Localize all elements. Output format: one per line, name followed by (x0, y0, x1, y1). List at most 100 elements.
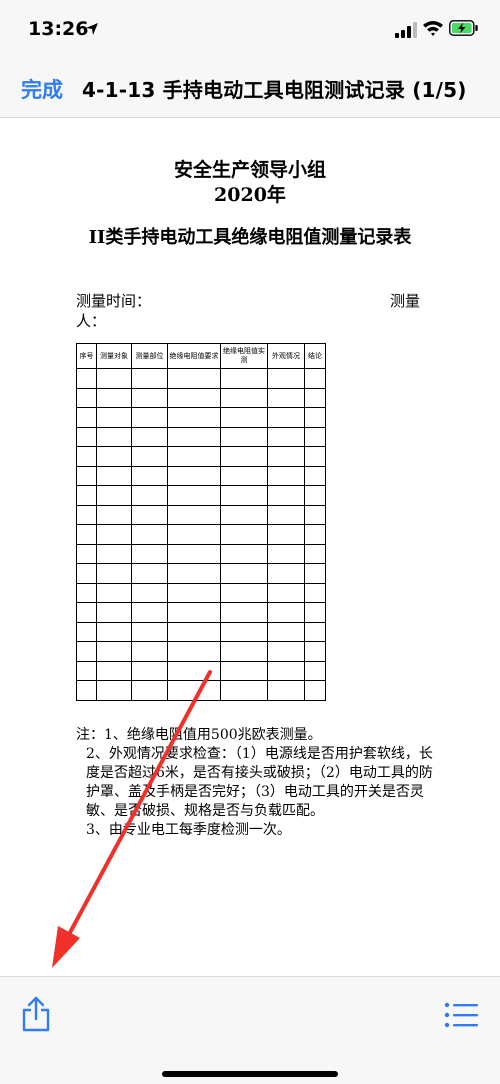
table-cell (131, 602, 168, 623)
table-cell (220, 660, 268, 681)
note-item: 2、外观情况要求检查：（1）电源线是否用护套软线，长度是否超过6米，是否有接头或… (86, 746, 433, 819)
table-row (76, 660, 326, 681)
nav-bar: 完成 4-1-13 手持电动工具电阻测试记录 (1/5) (0, 60, 500, 118)
table-cell (304, 504, 326, 525)
table-cell (267, 465, 305, 486)
table-cell (167, 563, 221, 584)
table-cell (96, 543, 132, 564)
table-cell (304, 602, 326, 623)
table-cell (304, 660, 326, 681)
measurer-label-part2: 人： (76, 312, 107, 330)
table-cell (76, 485, 97, 506)
table-cell (267, 621, 305, 642)
table-row (76, 582, 326, 603)
table-cell (76, 465, 97, 486)
table-row (76, 621, 326, 642)
table-cell (267, 485, 305, 506)
notes-section: 注：1、绝缘电阻值用500兆欧表测量。 2、外观情况要求检查：（1）电源线是否用… (76, 726, 436, 840)
table-row (76, 641, 326, 662)
table-cell (167, 543, 221, 564)
table-cell (76, 446, 97, 467)
share-icon[interactable] (20, 995, 52, 1033)
table-cell (96, 407, 132, 428)
table-cell (220, 446, 268, 467)
measure-time-label: 测量时间： (76, 292, 152, 310)
table-cell (96, 504, 132, 525)
table-cell (220, 368, 268, 389)
document-form-title: II类手持电动工具绝缘电阻值测量记录表 (88, 227, 412, 248)
table-cell (76, 660, 97, 681)
table-cell (76, 407, 97, 428)
table-header-cell: 结论 (304, 343, 326, 369)
table-cell (167, 524, 221, 545)
table-cell (304, 387, 326, 408)
table-cell (304, 426, 326, 447)
table-row (76, 465, 326, 486)
table-cell (131, 368, 168, 389)
measurer-label-part1: 测量 (390, 292, 421, 310)
note-item: 3、由专业电工每季度检测一次。 (86, 822, 291, 838)
table-cell (167, 387, 221, 408)
table-cell (96, 485, 132, 506)
table-cell (167, 660, 221, 681)
table-cell (167, 582, 221, 603)
document-page[interactable]: 安全生产领导小组 2020年 II类手持电动工具绝缘电阻值测量记录表 测量时间：… (0, 118, 500, 976)
table-cell (167, 602, 221, 623)
table-cell (96, 387, 132, 408)
table-cell (131, 641, 168, 662)
table-cell (220, 407, 268, 428)
table-row (76, 446, 326, 467)
table-cell (304, 582, 326, 603)
table-cell (131, 407, 168, 428)
table-cell (167, 641, 221, 662)
table-cell (96, 563, 132, 584)
table-cell (267, 387, 305, 408)
table-cell (131, 426, 168, 447)
table-cell (167, 407, 221, 428)
table-cell (267, 446, 305, 467)
table-header-cell: 绝缘电阻值要求 (167, 343, 221, 369)
table-cell (304, 368, 326, 389)
done-button[interactable]: 完成 (21, 74, 63, 104)
table-cell (131, 465, 168, 486)
table-cell (304, 524, 326, 545)
table-cell (220, 680, 268, 701)
table-row (76, 407, 326, 428)
table-cell (76, 504, 97, 525)
table-cell (131, 543, 168, 564)
table-cell (96, 524, 132, 545)
table-cell (220, 504, 268, 525)
table-cell (304, 465, 326, 486)
table-cell (96, 582, 132, 603)
table-cell (267, 563, 305, 584)
table-row (76, 602, 326, 623)
table-cell (96, 660, 132, 681)
table-cell (267, 368, 305, 389)
table-cell (131, 582, 168, 603)
table-header-cell: 测量对象 (96, 343, 132, 369)
table-cell (167, 465, 221, 486)
table-header-cell: 测量部位 (131, 343, 168, 369)
table-cell (267, 582, 305, 603)
document-title: 4-1-13 手持电动工具电阻测试记录 (1/5) (82, 78, 467, 102)
table-header-cell: 绝缘电阻值实测 (220, 343, 268, 369)
table-cell (220, 465, 268, 486)
table-cell (167, 621, 221, 642)
table-cell (96, 368, 132, 389)
table-cell (220, 524, 268, 545)
list-icon[interactable] (444, 1001, 478, 1029)
table-cell (96, 621, 132, 642)
table-cell (304, 543, 326, 564)
table-cell (220, 563, 268, 584)
table-cell (131, 563, 168, 584)
document-year-heading: 2020年 (214, 184, 286, 206)
table-cell (131, 524, 168, 545)
table-cell (131, 680, 168, 701)
table-cell (76, 680, 97, 701)
battery-charging-icon (449, 20, 478, 36)
table-cell (131, 387, 168, 408)
table-cell (220, 621, 268, 642)
table-row (76, 504, 326, 525)
table-cell (167, 680, 221, 701)
home-indicator[interactable] (162, 1071, 338, 1077)
